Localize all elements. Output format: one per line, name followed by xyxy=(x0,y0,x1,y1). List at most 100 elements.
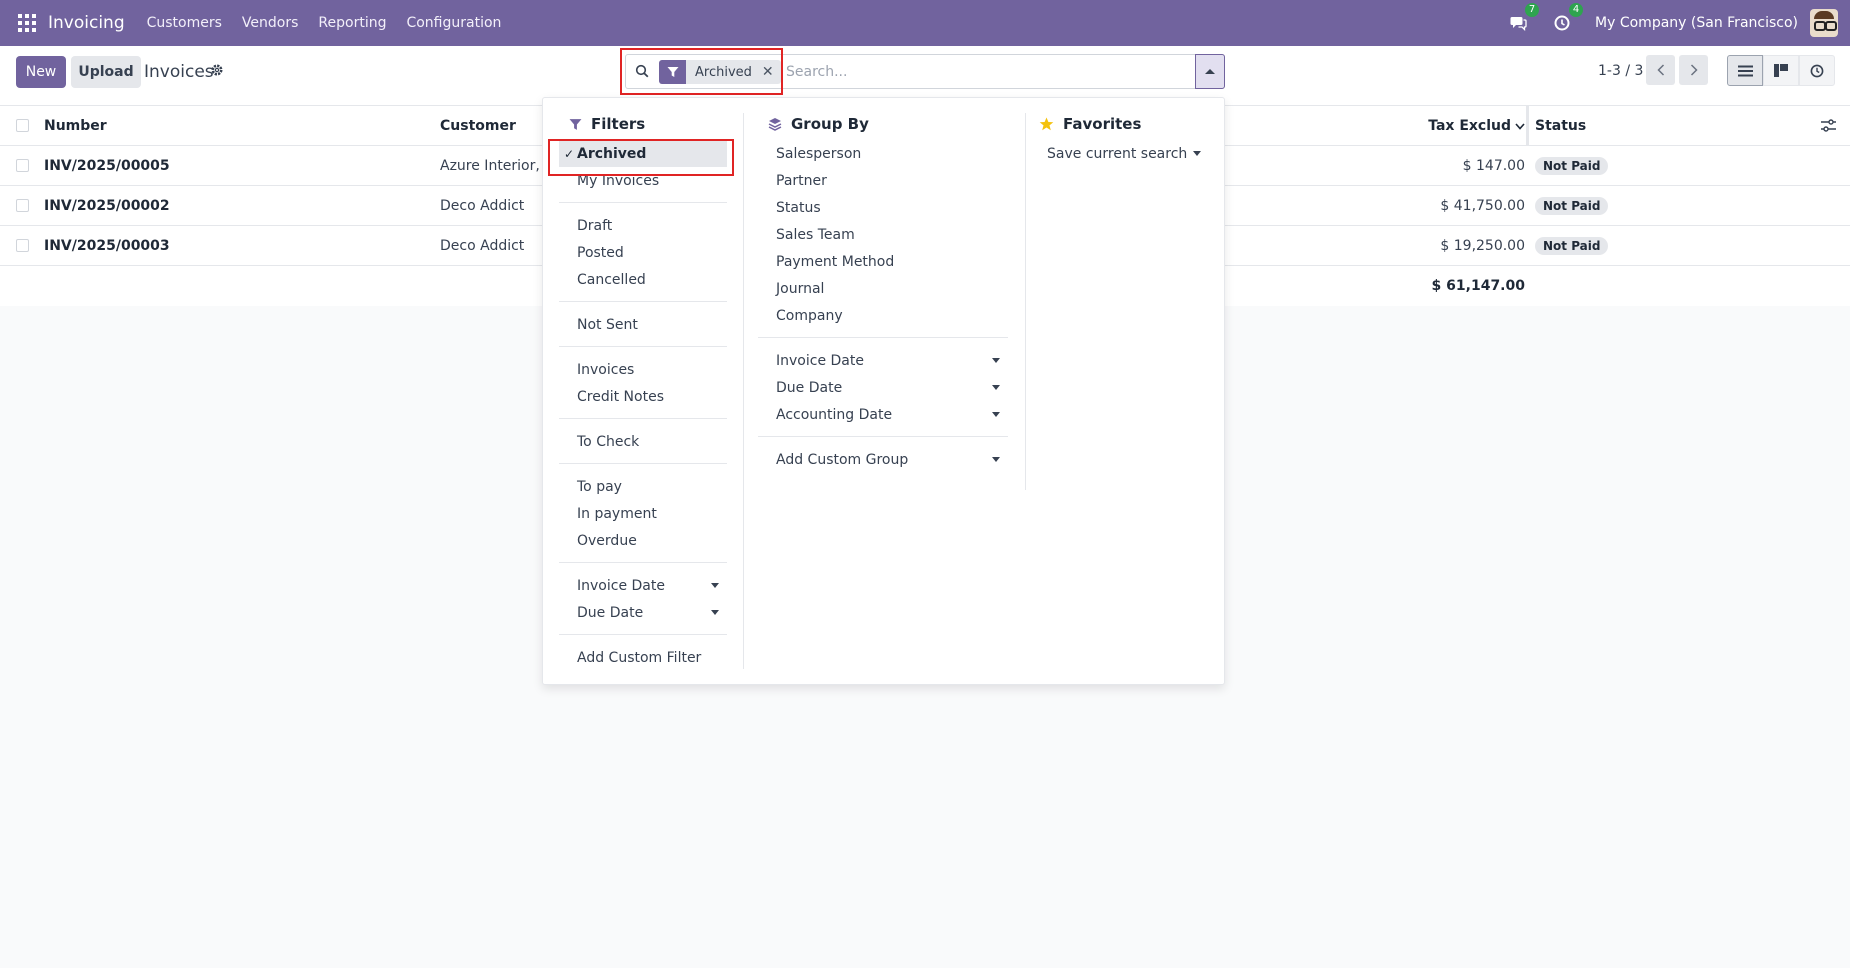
caret-up-icon xyxy=(1205,69,1215,74)
group-by-item-sales-team[interactable]: Sales Team xyxy=(758,221,1008,248)
filter-item-credit-notes[interactable]: Credit Notes xyxy=(559,383,727,410)
column-divider xyxy=(743,113,744,669)
filter-item-due-date[interactable]: Due Date xyxy=(559,599,727,626)
top-navbar: Invoicing Customers Vendors Reporting Co… xyxy=(0,0,1850,46)
invoice-status: Not Paid xyxy=(1535,226,1609,266)
filters-list: ArchivedMy InvoicesDraftPostedCancelledN… xyxy=(559,140,727,671)
invoice-status: Not Paid xyxy=(1535,146,1609,186)
status-badge: Not Paid xyxy=(1535,237,1609,255)
menu-divider xyxy=(559,301,727,302)
group-by-item-journal[interactable]: Journal xyxy=(758,275,1008,302)
filter-item-cancelled[interactable]: Cancelled xyxy=(559,266,727,293)
search-input[interactable] xyxy=(786,61,1166,83)
activities-count-badge: 4 xyxy=(1569,3,1584,17)
list-view-icon xyxy=(1737,65,1753,76)
filter-item-label: Credit Notes xyxy=(577,388,664,405)
column-header-number[interactable]: Number xyxy=(44,106,107,146)
save-current-search-item[interactable]: Save current search xyxy=(1029,140,1209,167)
search-options-dropdown: Filters ArchivedMy InvoicesDraftPostedCa… xyxy=(542,97,1225,685)
menu-divider xyxy=(559,418,727,419)
invoice-number: INV/2025/00005 xyxy=(44,158,170,174)
invoice-tax-excluded: $ 19,250.00 xyxy=(1440,238,1525,254)
company-switcher[interactable]: My Company (San Francisco) xyxy=(1595,15,1798,31)
activity-view-button[interactable] xyxy=(1799,55,1835,86)
menu-reporting[interactable]: Reporting xyxy=(318,15,386,31)
invoice-number: INV/2025/00002 xyxy=(44,198,170,214)
group-by-column: Group By Salesperson Partner Status Sales T… xyxy=(758,113,1008,473)
group-by-item-status[interactable]: Status xyxy=(758,194,1008,221)
filter-item-in-payment[interactable]: In payment xyxy=(559,500,727,527)
filter-item-label: Add Custom Filter xyxy=(577,649,702,666)
column-header-status[interactable]: Status xyxy=(1535,106,1586,146)
user-avatar[interactable] xyxy=(1810,9,1838,37)
group-by-item-salesperson[interactable]: Salesperson xyxy=(758,140,1008,167)
filter-item-invoice-date[interactable]: Invoice Date xyxy=(559,572,727,599)
menu-vendors[interactable]: Vendors xyxy=(242,15,298,31)
tax-excluded-total: $ 61,147.00 xyxy=(1431,278,1525,294)
list-view-button[interactable] xyxy=(1727,55,1763,86)
filter-item-overdue[interactable]: Overdue xyxy=(559,527,727,554)
filter-item-draft[interactable]: Draft xyxy=(559,212,727,239)
group-by-item-label: Add Custom Group xyxy=(776,451,909,468)
filters-title: Filters xyxy=(591,115,646,133)
group-by-item-label: Partner xyxy=(776,172,827,189)
chevron-down-icon xyxy=(1515,122,1525,130)
clock-icon xyxy=(1810,64,1824,77)
upload-button[interactable]: Upload xyxy=(71,56,141,88)
gear-icon[interactable] xyxy=(210,63,224,81)
menu-divider xyxy=(758,436,1008,437)
filter-item-add-custom-filter[interactable]: Add Custom Filter xyxy=(559,644,727,671)
navbar-systray: 7 4 My Company (San Francisco) xyxy=(1507,0,1850,46)
caret-down-icon xyxy=(992,457,1000,462)
pager-previous-button[interactable] xyxy=(1646,55,1675,85)
apps-grid-icon[interactable] xyxy=(18,14,36,32)
invoice-customer: Azure Interior, C xyxy=(440,158,555,174)
invoice-customer: Deco Addict xyxy=(440,238,525,254)
group-by-item-label: Journal xyxy=(776,280,825,297)
filter-item-posted[interactable]: Posted xyxy=(559,239,727,266)
group-by-item-due-date[interactable]: Due Date xyxy=(758,374,1008,401)
group-by-item-partner[interactable]: Partner xyxy=(758,167,1008,194)
filter-item-label: Not Sent xyxy=(577,316,638,333)
group-by-item-invoice-date[interactable]: Invoice Date xyxy=(758,347,1008,374)
highlight-archived-filter xyxy=(548,139,734,176)
filter-item-to-pay[interactable]: To pay xyxy=(559,473,727,500)
group-by-item-label: Due Date xyxy=(776,379,843,396)
menu-customers[interactable]: Customers xyxy=(147,15,222,31)
group-by-item-add-custom-group[interactable]: Add Custom Group xyxy=(758,446,1008,473)
group-by-item-label: Company xyxy=(776,307,843,324)
group-by-item-label: Salesperson xyxy=(776,145,862,162)
optional-columns-icon[interactable] xyxy=(1821,119,1836,132)
menu-divider xyxy=(758,337,1008,338)
filter-item-invoices[interactable]: Invoices xyxy=(559,356,727,383)
caret-down-icon xyxy=(1193,151,1201,156)
pager-next-button[interactable] xyxy=(1679,55,1708,85)
kanban-view-button[interactable] xyxy=(1763,55,1799,86)
group-by-item-payment-method[interactable]: Payment Method xyxy=(758,248,1008,275)
menu-configuration[interactable]: Configuration xyxy=(406,15,501,31)
row-checkbox[interactable] xyxy=(16,239,29,252)
column-header-customer[interactable]: Customer xyxy=(440,106,516,146)
column-header-tax-excluded[interactable]: Tax Exclud xyxy=(1428,106,1525,146)
group-by-title: Group By xyxy=(791,115,869,133)
column-resize-handle[interactable] xyxy=(1526,106,1529,146)
app-brand[interactable]: Invoicing xyxy=(48,13,125,33)
filter-item-not-sent[interactable]: Not Sent xyxy=(559,311,727,338)
group-by-item-accounting-date[interactable]: Accounting Date xyxy=(758,401,1008,428)
search-options-toggle[interactable] xyxy=(1195,54,1225,89)
pager-value[interactable]: 1-3 / 3 xyxy=(1598,63,1643,79)
status-badge: Not Paid xyxy=(1535,157,1609,175)
filter-item-label: Invoice Date xyxy=(577,577,665,594)
messages-icon[interactable]: 7 xyxy=(1507,3,1540,34)
filter-item-to-check[interactable]: To Check xyxy=(559,428,727,455)
filter-item-label: Cancelled xyxy=(577,271,646,288)
row-checkbox[interactable] xyxy=(16,159,29,172)
select-all-checkbox[interactable] xyxy=(16,119,29,132)
star-icon xyxy=(1039,117,1054,131)
new-button[interactable]: New xyxy=(16,56,66,88)
row-checkbox[interactable] xyxy=(16,199,29,212)
filter-item-label: To Check xyxy=(577,433,640,450)
activities-clock-icon[interactable]: 4 xyxy=(1551,3,1584,34)
group-by-item-company[interactable]: Company xyxy=(758,302,1008,329)
filter-item-label: Posted xyxy=(577,244,624,261)
